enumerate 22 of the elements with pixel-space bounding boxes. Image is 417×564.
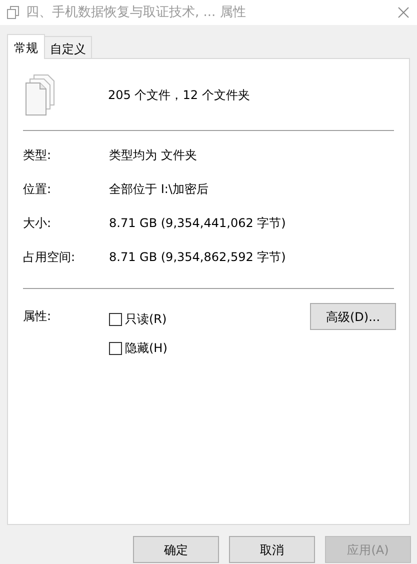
property-value: 全部位于 I:\加密后 (109, 181, 208, 198)
dialog-button[interactable]: 确定 (133, 536, 219, 563)
window-icon (7, 6, 20, 19)
property-label: 位置: (23, 181, 52, 198)
property-value: 类型均为 文件夹 (109, 147, 197, 164)
close-icon[interactable] (398, 7, 409, 18)
tab[interactable]: 自定义 (45, 36, 92, 58)
property-label: 大小: (23, 215, 52, 232)
property-label: 占用空间: (23, 249, 76, 266)
property-value: 8.71 GB (9,354,862,592 字节) (109, 249, 286, 266)
property-value: 8.71 GB (9,354,441,062 字节) (109, 215, 286, 232)
checkbox-label[interactable]: 隐藏(H) (125, 339, 168, 357)
checkbox-label[interactable]: 只读(R) (125, 310, 167, 328)
property-label: 类型: (23, 147, 52, 164)
attributes-label: 属性: (23, 308, 52, 325)
tab[interactable]: 常规 (7, 34, 45, 59)
summary-text: 205 个文件，12 个文件夹 (108, 86, 250, 104)
dialog-button[interactable]: 取消 (229, 536, 315, 563)
checkbox[interactable] (109, 342, 122, 354)
window-title: 四、手机数据恢复与取证技术, ... 属性 (26, 4, 246, 22)
advanced-button[interactable]: 高级(D)... (310, 303, 396, 330)
checkbox[interactable] (109, 312, 122, 326)
